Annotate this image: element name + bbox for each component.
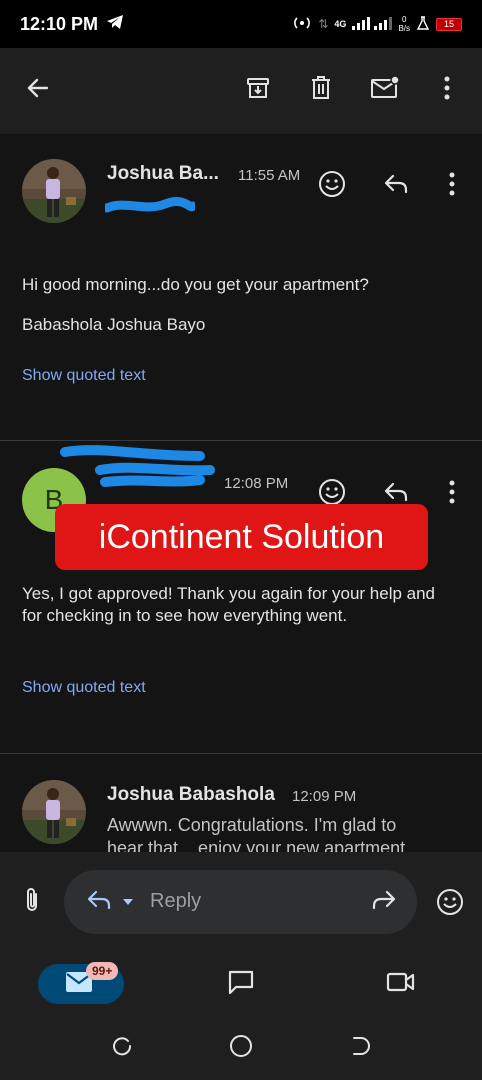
emoji-icon [318,170,346,203]
reply-icon [383,173,409,200]
attach-button[interactable] [14,884,50,920]
back-gesture-icon [350,1035,372,1062]
system-nav-bar [0,1016,482,1080]
battery-icon: 15 [436,17,462,31]
video-camera-icon [386,971,416,998]
status-time: 12:10 PM [20,13,99,34]
chat-icon [227,969,255,1000]
more-vert-icon [448,480,456,509]
data-arrows-icon: ⇅ [318,17,329,31]
telegram-icon [106,14,124,35]
arrow-back-icon [25,75,51,106]
recents-button[interactable] [104,1030,140,1066]
message-time: 12:08 PM [224,475,289,492]
battery-level: 15 [443,19,454,29]
archive-icon [245,75,271,106]
net-speed-value: 0 [401,15,407,24]
app-bar [0,48,482,134]
emoji-button[interactable] [430,884,470,924]
message-snippet-line: Awwwn. Congratulations. I'm glad to [107,815,397,835]
avatar[interactable] [22,159,86,223]
watermark-text: iContinent Solution [98,517,385,556]
message-signature: Babashola Joshua Bayo [22,315,206,334]
message-time: 12:09 PM [292,788,357,805]
net-speed-unit: B/s [398,24,410,33]
sender-name: Joshua Babashola [107,784,275,805]
paperclip-icon [24,887,40,918]
reply-icon [86,889,112,916]
flask-icon [416,15,430,33]
mail-unread-icon [370,74,400,106]
message-body-line: for checking in to see how everything we… [22,606,348,625]
nav-chat[interactable] [220,964,262,1004]
reply-bar[interactable]: Reply [64,870,417,934]
home-icon [229,1034,253,1063]
net-speed: 0 B/s [398,15,410,33]
watermark-banner: iContinent Solution [55,504,428,570]
redaction-scribble [105,197,195,213]
message-2[interactable]: B 12:08 PM Yes, I got approved! Thank yo… [0,441,482,753]
sender-name: Joshua Ba... [107,163,219,184]
reply-area: Reply [0,852,482,952]
hotspot-icon [292,15,312,34]
reply-button[interactable] [376,166,416,206]
signal-icon [352,16,393,33]
show-quoted-text-link[interactable]: Show quoted text [22,679,146,697]
message-snippet-line: hear that .. enjoy your new apartment. [107,838,411,852]
redaction-scribble [60,445,215,487]
message-1[interactable]: Joshua Ba... 11:55 AM Hi good morning...… [0,134,482,440]
trash-icon [309,75,333,106]
reply-mode-button[interactable] [80,886,140,918]
avatar[interactable] [22,780,86,844]
more-vert-icon [448,172,456,201]
forward-button[interactable] [364,884,404,920]
caret-down-icon [122,893,134,911]
emoji-icon [436,888,464,921]
forward-icon [371,889,397,916]
message-3[interactable]: Joshua Babashola 12:09 PM Awwwn. Congrat… [0,754,482,852]
more-options-button[interactable] [427,70,467,110]
add-reaction-button[interactable] [312,166,352,206]
reply-placeholder[interactable]: Reply [150,890,201,913]
more-vert-icon [443,76,451,105]
back-button[interactable] [18,70,58,110]
bottom-nav: 99+ [0,952,482,1016]
nav-meet[interactable] [380,964,422,1004]
message-thread[interactable]: Joshua Ba... 11:55 AM Hi good morning...… [0,134,482,852]
recents-icon [111,1035,133,1062]
message-body-line: Yes, I got approved! Thank you again for… [22,584,436,603]
archive-button[interactable] [238,70,278,110]
mark-unread-button[interactable] [365,70,405,110]
home-button[interactable] [223,1030,259,1066]
show-quoted-text-link[interactable]: Show quoted text [22,367,146,385]
network-label: 4G [334,19,347,29]
status-bar: 12:10 PM ⇅ 4G 0 B/s 15 [0,0,482,48]
message-time: 11:55 AM [238,167,301,184]
unread-badge: 99+ [86,962,119,980]
message-more-button[interactable] [432,166,472,206]
delete-button[interactable] [301,70,341,110]
back-nav-button[interactable] [343,1030,379,1066]
message-body-line: Hi good morning...do you get your apartm… [22,275,369,294]
message-more-button[interactable] [432,474,472,514]
